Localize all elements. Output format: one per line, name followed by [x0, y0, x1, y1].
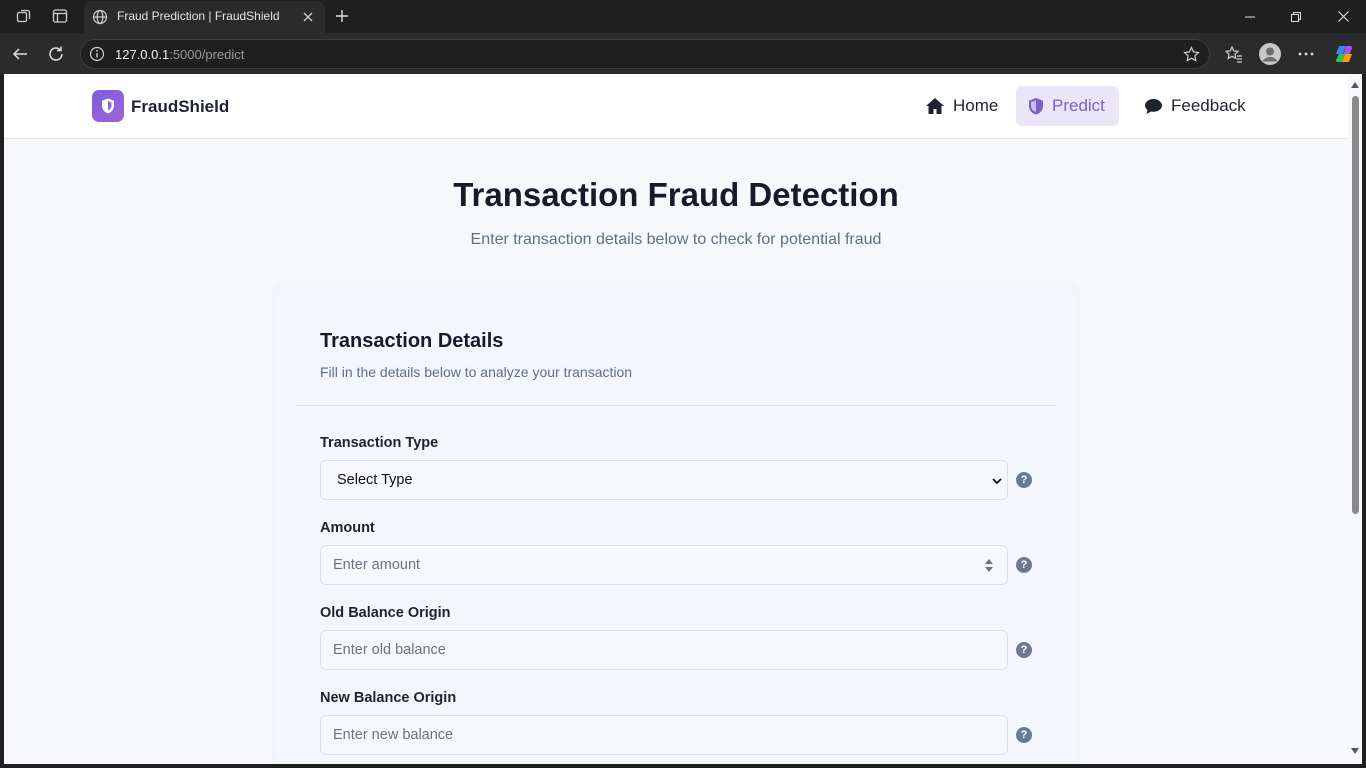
more-options-icon[interactable]	[1296, 44, 1316, 64]
nav-feedback[interactable]: Feedback	[1132, 86, 1260, 126]
transaction-type-label: Transaction Type	[320, 435, 439, 451]
nav-predict[interactable]: Predict	[1016, 86, 1119, 126]
nav-feedback-label: Feedback	[1171, 96, 1246, 115]
tab-actions-icon[interactable]	[50, 6, 70, 26]
scrollbar-thumb[interactable]	[1352, 96, 1359, 514]
old-balance-input[interactable]: Enter old balance	[320, 630, 1008, 670]
page-subtitle: Enter transaction details below to check…	[470, 231, 882, 248]
scroll-down-icon[interactable]	[1351, 748, 1359, 754]
globe-icon	[90, 7, 110, 27]
url-path: :5000/predict	[169, 47, 245, 62]
old-balance-placeholder: Enter old balance	[333, 642, 446, 658]
browser-toolbar: 127.0.0.1:5000/predict	[0, 33, 1366, 74]
chevron-down-icon	[991, 474, 1003, 492]
close-tab-icon[interactable]	[298, 7, 318, 27]
amount-placeholder: Enter amount	[333, 557, 421, 573]
reload-icon[interactable]	[46, 44, 66, 64]
shield-logo-icon	[102, 98, 114, 114]
new-balance-label: New Balance Origin	[320, 690, 457, 706]
transaction-type-help-icon[interactable]: ?	[1016, 472, 1032, 488]
page-title: Transaction Fraud Detection	[453, 176, 899, 213]
favorites-icon[interactable]	[1224, 44, 1244, 64]
back-icon[interactable]	[10, 44, 30, 64]
nav-predict-label: Predict	[1052, 96, 1105, 115]
chat-bubble-icon	[1145, 98, 1162, 114]
new-tab-icon[interactable]	[332, 6, 352, 26]
profile-avatar-icon[interactable]	[1258, 42, 1282, 66]
form-divider	[296, 405, 1056, 406]
new-balance-input[interactable]: Enter new balance	[320, 715, 1008, 755]
url-text: 127.0.0.1:5000/predict	[115, 47, 244, 62]
tab-title: Fraud Prediction | FraudShield	[117, 9, 280, 23]
old-balance-label: Old Balance Origin	[320, 605, 451, 621]
home-icon	[926, 98, 944, 114]
address-bar[interactable]: 127.0.0.1:5000/predict	[80, 39, 1210, 69]
nav-home-label: Home	[953, 96, 999, 115]
scroll-up-icon[interactable]	[1351, 82, 1359, 88]
copilot-icon[interactable]	[1332, 42, 1356, 66]
workspaces-icon[interactable]	[14, 6, 34, 26]
form-title: Transaction Details	[320, 330, 504, 352]
active-tab[interactable]: Fraud Prediction | FraudShield	[84, 1, 325, 33]
brand-logo[interactable]	[92, 90, 124, 122]
site-info-icon[interactable]	[87, 44, 107, 64]
brand-name[interactable]: FraudShield	[131, 97, 229, 117]
url-host: 127.0.0.1	[115, 47, 170, 62]
old-balance-help-icon[interactable]: ?	[1016, 642, 1032, 658]
new-balance-help-icon[interactable]: ?	[1016, 727, 1032, 743]
close-window-icon[interactable]	[1320, 0, 1366, 33]
transaction-form-card: Transaction Details Fill in the details …	[275, 283, 1077, 764]
new-balance-placeholder: Enter new balance	[333, 727, 454, 743]
shield-icon	[1029, 98, 1043, 115]
form-description: Fill in the details below to analyze you…	[320, 364, 633, 380]
page-viewport: FraudShield Home Predict Feedback Transa…	[4, 74, 1348, 764]
favorite-star-icon[interactable]	[1181, 44, 1201, 64]
amount-input[interactable]: Enter amount	[320, 545, 1008, 585]
nav-home[interactable]: Home	[913, 86, 1012, 126]
transaction-type-select[interactable]: Select Type	[320, 460, 1008, 500]
amount-label: Amount	[320, 520, 375, 536]
minimize-icon[interactable]	[1227, 0, 1273, 33]
browser-tab-bar: Fraud Prediction | FraudShield	[0, 0, 1366, 33]
restore-icon[interactable]	[1273, 0, 1319, 33]
site-navbar: FraudShield Home Predict Feedback	[4, 74, 1348, 139]
number-stepper-icon[interactable]	[985, 558, 993, 574]
transaction-type-value: Select Type	[337, 472, 413, 488]
page-scrollbar[interactable]	[1348, 74, 1362, 764]
amount-help-icon[interactable]: ?	[1016, 557, 1032, 573]
